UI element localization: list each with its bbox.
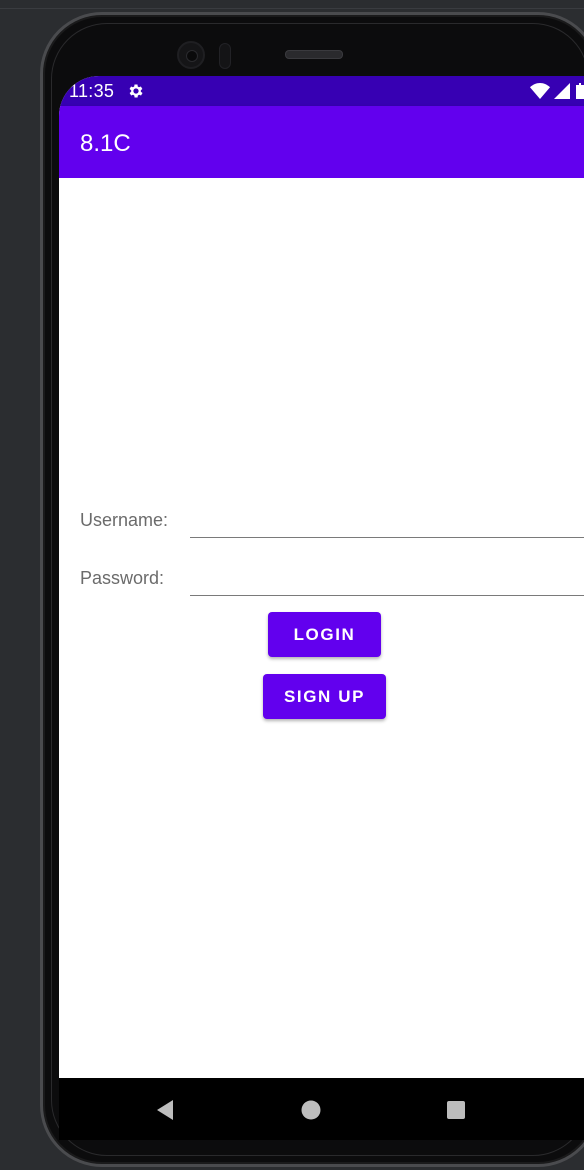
battery-icon: [576, 83, 584, 99]
device-screen: 11:35 8.1C Username: Password: LOGIN SIG…: [59, 76, 584, 1140]
status-time: 11:35: [69, 81, 115, 101]
cell-signal-icon: [554, 83, 570, 99]
password-label: Password:: [80, 568, 165, 588]
back-button[interactable]: [151, 1096, 179, 1124]
login-form: Username: Password: LOGIN SIGN UP: [59, 178, 584, 1078]
wifi-icon: [530, 83, 550, 99]
navigation-bar: [59, 1078, 584, 1140]
home-circle-icon: [301, 1100, 321, 1120]
proximity-sensor: [219, 43, 231, 69]
home-button[interactable]: [297, 1096, 325, 1124]
username-label: Username:: [80, 510, 169, 530]
back-triangle-icon: [157, 1100, 173, 1120]
sign-up-button[interactable]: SIGN UP: [263, 674, 386, 719]
login-button[interactable]: LOGIN: [268, 612, 381, 657]
camera-lens: [186, 50, 198, 62]
recents-square-icon: [447, 1101, 465, 1119]
emulator-background: 11:35 8.1C Username: Password: LOGIN SIG…: [0, 0, 584, 1170]
front-camera: [177, 41, 205, 69]
gear-icon: [129, 84, 143, 98]
app-title: 8.1C: [80, 130, 131, 157]
password-field[interactable]: [190, 560, 584, 596]
app-bar: 8.1C: [59, 106, 584, 178]
status-icons: [530, 82, 584, 100]
emulator-toolbar-divider: [0, 8, 584, 9]
username-field[interactable]: [190, 502, 584, 538]
status-bar: 11:35: [59, 76, 584, 106]
recents-button[interactable]: [442, 1096, 470, 1124]
earpiece-speaker: [285, 50, 343, 59]
